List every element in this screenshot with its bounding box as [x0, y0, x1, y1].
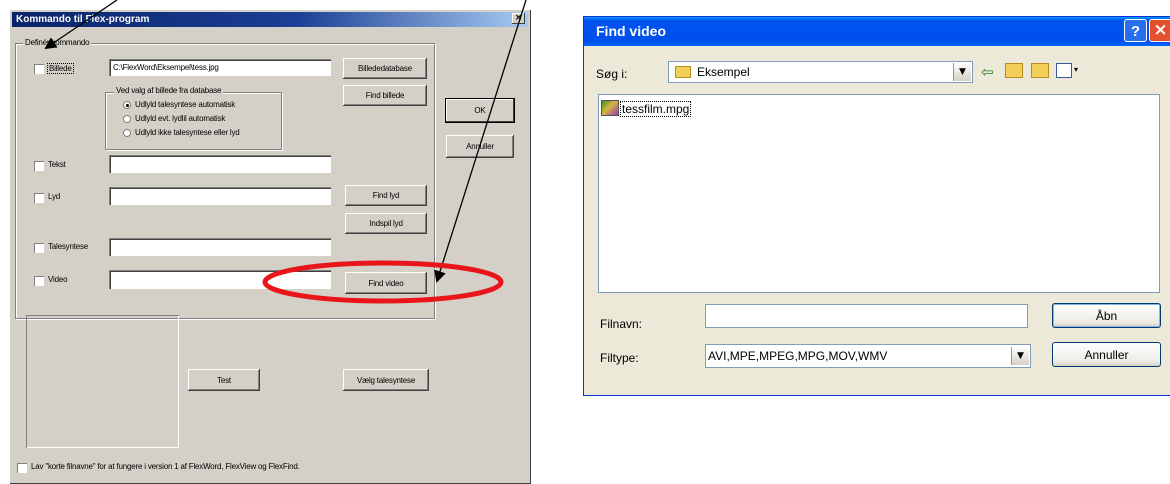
- arrow-to-billede: [44, 0, 118, 50]
- arrow-to-find-video: [434, 0, 527, 283]
- highlight-ellipse: [262, 260, 504, 304]
- annotation-overlay: [44, 0, 527, 304]
